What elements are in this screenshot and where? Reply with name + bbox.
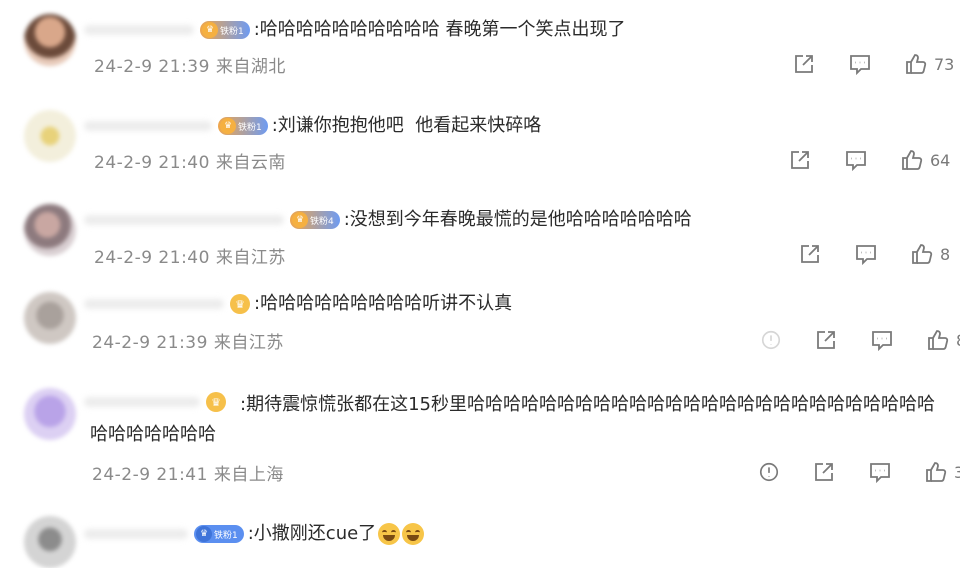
- comment-meta: 24-2-9 21:40 来自云南: [94, 148, 286, 173]
- fan-badge: ♛ 铁粉1: [200, 21, 250, 39]
- like-icon: [912, 244, 933, 264]
- like-count: 3: [954, 462, 960, 482]
- username-row[interactable]: ♛ 铁粉4 :没想到今年春晚最慌的是他哈哈哈哈哈哈哈: [84, 208, 692, 232]
- comment-location: 来自上海: [213, 465, 284, 485]
- like-count: 64: [930, 150, 951, 170]
- crown-badge-icon: ♛: [230, 294, 250, 314]
- comment-text: :小撒刚还cue了: [247, 523, 377, 544]
- report-button[interactable]: [760, 329, 782, 351]
- username-row[interactable]: ♛ 铁粉1 :哈哈哈哈哈哈哈哈哈哈 春晚第一个笑点出现了: [84, 18, 626, 42]
- comment-location: 来自云南: [215, 153, 286, 173]
- avatar[interactable]: [24, 204, 76, 256]
- avatar[interactable]: [24, 292, 76, 344]
- like-icon: [928, 330, 949, 350]
- username[interactable]: [84, 299, 224, 309]
- comment-text: :刘谦你抱抱他吧 他看起来快碎咯: [271, 115, 542, 136]
- comment-time: 24-2-9 21:39: [94, 57, 210, 77]
- fan-badge: ♛ 铁粉1: [218, 117, 268, 135]
- crown-badge-icon: ♛: [220, 118, 236, 134]
- comment-icon: [846, 151, 866, 172]
- comment-icon: [856, 245, 876, 266]
- share-button[interactable]: [798, 242, 822, 266]
- comment-meta: 24-2-9 21:41 来自上海: [92, 460, 284, 485]
- avatar[interactable]: [24, 388, 76, 440]
- share-icon: [795, 55, 813, 73]
- comment-time: 24-2-9 21:40: [94, 153, 210, 173]
- laughing-emoji-icon: [402, 523, 425, 545]
- fan-badge-label: 铁粉1: [214, 530, 238, 541]
- report-icon: [761, 330, 781, 350]
- crown-badge-icon: ♛: [196, 526, 212, 542]
- comment-text: :没想到今年春晚最慌的是他哈哈哈哈哈哈哈: [343, 209, 692, 230]
- avatar[interactable]: [24, 14, 76, 66]
- share-button[interactable]: [788, 148, 812, 172]
- share-icon: [801, 245, 819, 263]
- comment-button[interactable]: [870, 328, 894, 352]
- like-icon: [926, 462, 947, 482]
- comment-icon: [872, 331, 892, 352]
- comment-text: :哈哈哈哈哈哈哈哈哈哈 春晚第一个笑点出现了: [253, 19, 626, 40]
- comment-location: 来自江苏: [213, 333, 284, 353]
- like-button[interactable]: 8: [926, 328, 960, 352]
- avatar[interactable]: [24, 516, 76, 568]
- username-row[interactable]: ♛ 铁粉1 :小撒刚还cue了: [84, 522, 425, 546]
- like-icon: [906, 54, 927, 74]
- comment-icon: [850, 55, 870, 76]
- like-count: 8: [940, 244, 951, 264]
- comment-actions: 73: [760, 52, 954, 76]
- comment-meta: 24-2-9 21:39 来自湖北: [94, 52, 286, 77]
- comment-text: :哈哈哈哈哈哈哈哈哈听讲不认真: [254, 293, 513, 314]
- fan-badge: ♛ 铁粉1: [194, 525, 244, 543]
- share-button[interactable]: [812, 460, 836, 484]
- username-row[interactable]: ♛ :哈哈哈哈哈哈哈哈哈听讲不认真: [84, 292, 512, 316]
- username-row[interactable]: ♛ 铁粉1 :刘谦你抱抱他吧 他看起来快碎咯: [84, 114, 541, 138]
- comment-time: 24-2-9 21:40: [94, 248, 210, 268]
- fan-badge: ♛ 铁粉4: [290, 211, 340, 229]
- like-button[interactable]: 8: [910, 242, 950, 266]
- comment-location: 来自江苏: [215, 248, 286, 268]
- username[interactable]: [84, 121, 212, 131]
- like-button[interactable]: 3: [924, 460, 960, 484]
- comment-actions: 3: [726, 460, 960, 484]
- share-button[interactable]: [792, 52, 816, 76]
- comment-actions: 64: [756, 148, 950, 172]
- comment-location: 来自湖北: [215, 57, 286, 77]
- share-button[interactable]: [814, 328, 838, 352]
- comment-button[interactable]: [854, 242, 878, 266]
- crown-badge-icon: ♛: [292, 212, 308, 228]
- avatar[interactable]: [24, 110, 76, 162]
- like-button[interactable]: 64: [900, 148, 950, 172]
- comment-meta: 24-2-9 21:40 来自江苏: [94, 243, 286, 268]
- comment-text: :期待震惊慌张都在这15秒里哈哈哈哈哈哈哈哈哈哈哈哈哈哈哈哈哈哈哈哈哈哈哈哈哈哈…: [90, 394, 935, 445]
- comment-button[interactable]: [844, 148, 868, 172]
- like-button[interactable]: 73: [904, 52, 954, 76]
- report-icon: [759, 462, 779, 482]
- comment-time: 24-2-9 21:39: [92, 333, 208, 353]
- like-count: 73: [934, 54, 955, 74]
- comment-time: 24-2-9 21:41: [92, 465, 208, 485]
- comment-button[interactable]: [868, 460, 892, 484]
- share-icon: [791, 151, 809, 169]
- username[interactable]: [84, 215, 284, 225]
- share-icon: [815, 463, 833, 481]
- report-button[interactable]: [758, 461, 780, 483]
- crown-badge-icon: ♛: [202, 22, 218, 38]
- like-icon: [902, 150, 923, 170]
- comment-meta: 24-2-9 21:39 来自江苏: [92, 328, 284, 353]
- fan-badge-label: 铁粉1: [238, 122, 262, 133]
- comment-button[interactable]: [848, 52, 872, 76]
- comment-actions: 8: [766, 242, 950, 266]
- laughing-emoji-icon: [378, 523, 401, 545]
- fan-badge-label: 铁粉4: [310, 216, 334, 227]
- username[interactable]: [84, 25, 194, 35]
- like-count: 8: [956, 331, 960, 350]
- share-icon: [817, 331, 835, 349]
- username[interactable]: [84, 529, 188, 539]
- comment-actions: 8: [728, 328, 960, 352]
- comment-icon: [870, 463, 890, 484]
- fan-badge-label: 铁粉1: [220, 26, 244, 37]
